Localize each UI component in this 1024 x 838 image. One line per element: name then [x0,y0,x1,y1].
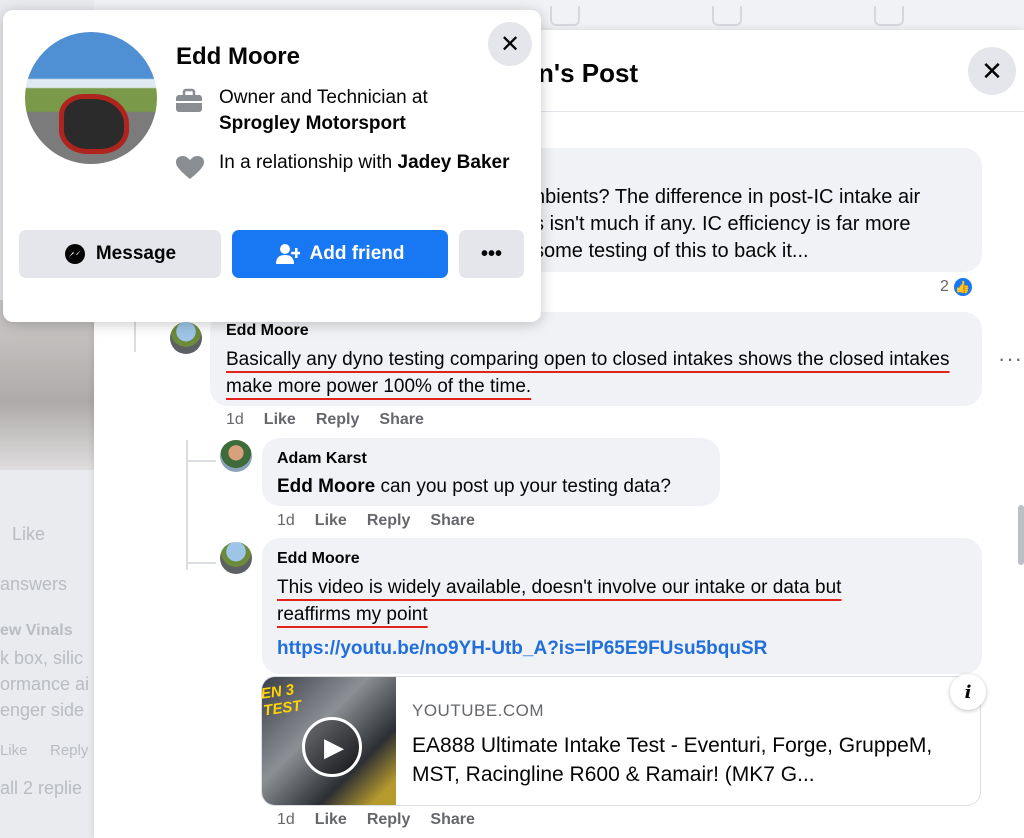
comment-text: Basically any dyno testing comparing ope… [226,349,950,397]
comment-options-button[interactable]: ··· [998,346,1023,372]
top-nav-icons [540,0,1024,30]
comment-text: This video is widely available, doesn't … [277,577,842,625]
gaming-icon[interactable] [712,6,742,26]
add-person-icon [275,244,300,264]
like-button[interactable]: Like [315,512,347,530]
comment-timestamp[interactable]: 1d [226,411,244,429]
background-like-2: Like [0,742,28,759]
scrollbar[interactable] [1018,505,1024,565]
profile-name[interactable]: Edd Moore [176,43,300,71]
briefcase-icon [174,88,204,119]
background-reply: Reply [50,742,89,759]
reply-button[interactable]: Reply [367,512,411,530]
reply-button[interactable]: Reply [367,811,411,829]
comment-author[interactable]: Edd Moore [277,550,360,568]
background-name: ew Vinals [0,622,73,639]
work-info: Owner and Technician at Sprogley Motorsp… [219,85,519,137]
message-label: Message [95,243,177,264]
reaction-count[interactable]: 2 👍 [940,276,974,298]
close-card-button[interactable]: ✕ [488,22,532,66]
video-thumbnail[interactable]: EN 3 TEST ▶ [261,677,396,805]
comment-text-wrap: Edd Moore can you post up your testing d… [277,473,671,500]
share-button[interactable]: Share [430,811,474,829]
thread-line [134,322,136,352]
motorcycle-image [59,94,129,154]
comment-timestamp[interactable]: 1d [277,512,295,530]
more-options-button[interactable]: ••• [459,230,524,278]
work-prefix: Owner and Technician at [219,87,428,108]
close-icon: ✕ [499,30,521,58]
comment-bubble: Edd Moore This video is widely available… [262,538,982,674]
reaction-count-value: 2 [940,278,949,295]
video-icon[interactable] [550,6,580,26]
avatar[interactable] [220,542,252,574]
work-place-link[interactable]: Sprogley Motorsport [219,111,519,137]
messenger-icon [64,244,85,264]
profile-avatar[interactable] [25,32,157,164]
preview-domain: YOUTUBE.COM [412,701,545,720]
comment-author[interactable]: Edd Moore [226,322,309,340]
background-line-1: k box, silic [0,648,84,668]
relationship-info: In a relationship with Jadey Baker [219,150,519,176]
comment-actions: 1d Like Reply Share [226,411,424,429]
thread-line [186,562,216,564]
thread-line [186,460,216,462]
more-icon: ••• [480,242,502,265]
background-image [0,300,94,470]
close-icon: ✕ [981,55,1003,86]
heart-icon [175,155,205,186]
preview-title: EA888 Ultimate Intake Test - Eventuri, F… [412,734,933,786]
play-icon[interactable]: ▶ [302,717,362,777]
comment-timestamp[interactable]: 1d [277,811,295,829]
like-button[interactable]: Like [315,811,347,829]
close-post-button[interactable]: ✕ [968,47,1016,95]
comment-text: can you post up your testing data? [375,476,671,497]
comment-bubble: Adam Karst Edd Moore can you post up you… [262,438,720,506]
profile-hover-card: Edd Moore ✕ Owner and Technician at Spro… [3,10,541,322]
background-like: Like [12,524,46,544]
post-title: n's Post [538,58,639,88]
comment-author[interactable]: Adam Karst [277,450,367,468]
partner-link[interactable]: Jadey Baker [398,152,510,173]
background-line-2: ormance ai [0,674,90,694]
background-view-replies: all 2 replie [0,778,83,798]
link-preview-card[interactable]: EN 3 TEST ▶ YOUTUBE.COM EA888 Ultimate I… [261,676,981,806]
comment-text-wrap: Basically any dyno testing comparing ope… [226,346,966,400]
add-friend-label: Add friend [309,243,405,264]
avatar[interactable] [220,440,252,472]
comment-actions: 1d Like Reply Share [277,811,475,829]
share-button[interactable]: Share [379,411,423,429]
comment-bubble: Edd Moore Basically any dyno testing com… [210,312,982,406]
mention-link[interactable]: Edd Moore [277,476,375,497]
avatar[interactable] [170,322,202,354]
relationship-prefix: In a relationship with [219,152,393,173]
marketplace-icon[interactable] [874,6,904,26]
comment-text-wrap: This video is widely available, doesn't … [277,574,917,628]
background-line-3: enger side [0,700,85,720]
message-button[interactable]: Message [19,230,221,278]
comment-actions: 1d Like Reply Share [277,512,475,530]
like-reaction-icon: 👍 [951,276,974,298]
thumbnail-text: EN 3 TEST [261,681,303,720]
add-friend-button[interactable]: Add friend [232,230,448,278]
share-button[interactable]: Share [430,512,474,530]
background-answers: answers [0,574,68,594]
reply-button[interactable]: Reply [316,411,360,429]
youtube-link[interactable]: https://youtu.be/no9YH-Utb_A?is=IP65E9FU… [277,638,767,660]
like-button[interactable]: Like [264,411,296,429]
info-icon[interactable]: i [950,674,986,710]
